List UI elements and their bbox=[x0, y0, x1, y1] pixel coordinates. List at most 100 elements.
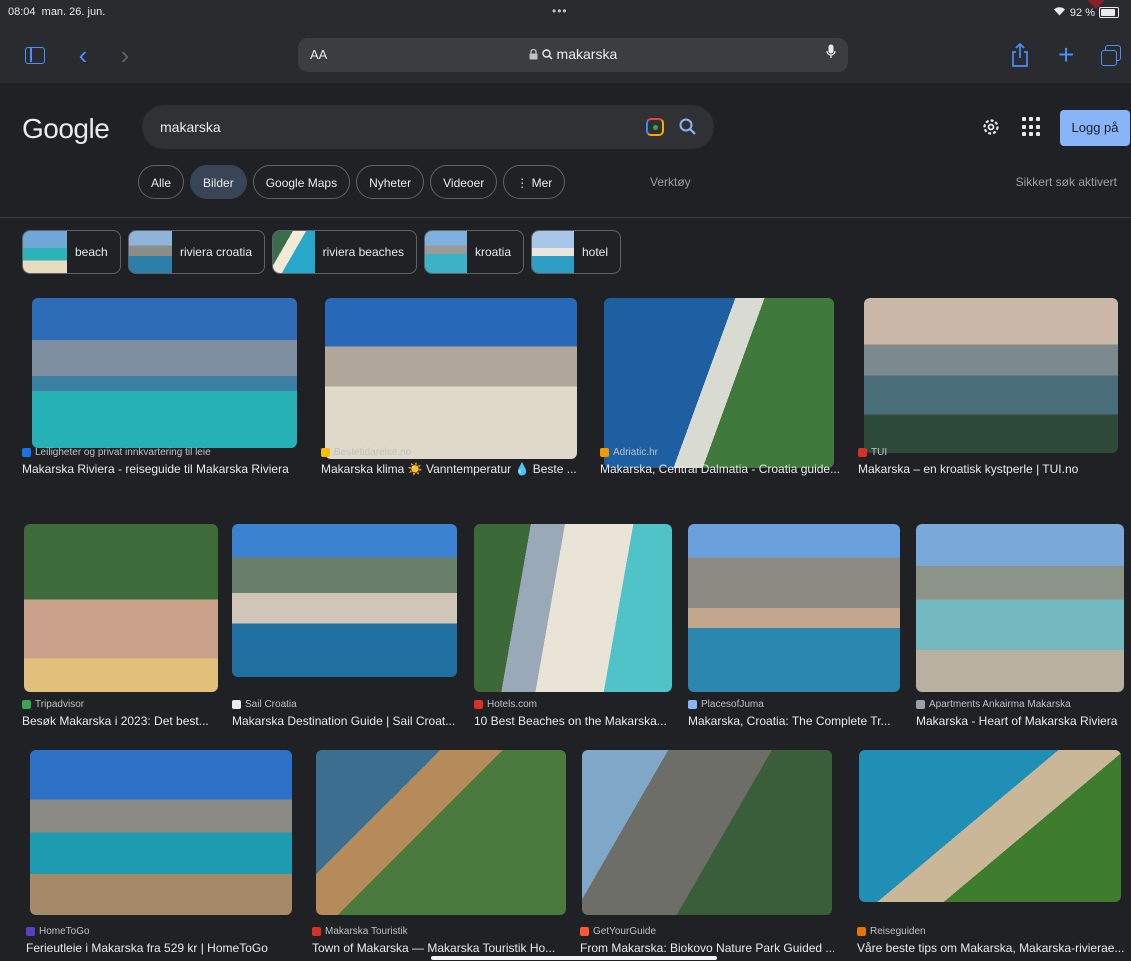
image-result[interactable]: Reiseguiden Våre beste tips om Makarska,… bbox=[857, 750, 1127, 957]
result-image[interactable] bbox=[30, 750, 292, 915]
suggestion-label: riviera beaches bbox=[322, 245, 404, 259]
search-input[interactable]: makarska bbox=[160, 119, 221, 135]
tabs-overview-icon[interactable] bbox=[1097, 42, 1123, 68]
image-result[interactable]: Adriatic.hr Makarska, Central Dalmatia -… bbox=[600, 298, 842, 480]
search-icon bbox=[541, 49, 553, 60]
image-result[interactable]: Apartments Ankairma Makarska Makarska - … bbox=[916, 524, 1125, 730]
result-title[interactable]: Makarska - Heart of Makarska Riviera bbox=[916, 714, 1125, 728]
result-image[interactable] bbox=[688, 524, 900, 692]
settings-gear-icon[interactable] bbox=[980, 116, 1002, 138]
back-icon[interactable]: ‹ bbox=[70, 42, 96, 68]
tab-news[interactable]: Nyheter bbox=[356, 165, 425, 199]
suggestion-riviera-beaches[interactable]: riviera beaches bbox=[272, 230, 417, 274]
address-bar[interactable]: AA makarska bbox=[298, 38, 848, 72]
login-button[interactable]: Logg på bbox=[1060, 110, 1130, 146]
image-result[interactable]: TUI Makarska – en kroatisk kystperle | T… bbox=[858, 298, 1123, 480]
result-source[interactable]: TUI bbox=[858, 447, 887, 458]
result-source[interactable]: Hotels.com bbox=[474, 699, 537, 710]
image-result[interactable]: Leiligheter og privat innkvartering til … bbox=[22, 298, 307, 480]
suggestion-kroatia[interactable]: kroatia bbox=[424, 230, 524, 274]
result-image[interactable] bbox=[24, 524, 218, 692]
result-source[interactable]: GetYourGuide bbox=[580, 926, 656, 937]
result-title[interactable]: Makarska klima ☀️ Vanntemperatur 💧 Beste… bbox=[321, 462, 586, 476]
result-title[interactable]: Besøk Makarska i 2023: Det best... bbox=[22, 714, 222, 728]
favicon-icon bbox=[857, 927, 866, 936]
result-image[interactable] bbox=[916, 524, 1124, 692]
image-result[interactable]: Bestetidareise.no Makarska klima ☀️ Vann… bbox=[321, 298, 586, 480]
result-image[interactable] bbox=[316, 750, 566, 915]
result-source[interactable]: Apartments Ankairma Makarska bbox=[916, 699, 1071, 710]
result-title[interactable]: Våre beste tips om Makarska, Makarska-ri… bbox=[857, 941, 1127, 955]
new-tab-icon[interactable]: + bbox=[1053, 41, 1079, 69]
wifi-icon bbox=[1053, 6, 1066, 19]
google-apps-icon[interactable] bbox=[1022, 117, 1042, 137]
result-title[interactable]: Makarska – en kroatisk kystperle | TUI.n… bbox=[858, 462, 1123, 476]
image-result[interactable]: HomeToGo Ferieutleie i Makarska fra 529 … bbox=[26, 750, 296, 957]
result-title[interactable]: Town of Makarska — Makarska Touristik Ho… bbox=[312, 941, 568, 955]
favicon-icon bbox=[600, 448, 609, 457]
result-title[interactable]: Makarska Destination Guide | Sail Croat.… bbox=[232, 714, 460, 728]
favicon-icon bbox=[312, 927, 321, 936]
suggestion-label: kroatia bbox=[474, 245, 511, 259]
result-source[interactable]: HomeToGo bbox=[26, 926, 90, 937]
result-image[interactable] bbox=[582, 750, 832, 915]
suggestion-riviera-croatia[interactable]: riviera croatia bbox=[128, 230, 265, 274]
multitasking-dots[interactable]: ••• bbox=[552, 4, 568, 18]
image-result[interactable]: PlacesofJuma Makarska, Croatia: The Comp… bbox=[688, 524, 903, 730]
search-icon[interactable] bbox=[678, 117, 698, 137]
result-title[interactable]: From Makarska: Biokovo Nature Park Guide… bbox=[580, 941, 834, 955]
result-source[interactable]: Makarska Touristik bbox=[312, 926, 408, 937]
result-image[interactable] bbox=[232, 524, 457, 677]
tab-videos[interactable]: Videoer bbox=[430, 165, 498, 199]
battery-percent: 92 % bbox=[1069, 6, 1095, 19]
share-icon[interactable] bbox=[1007, 42, 1033, 68]
sidebar-icon[interactable] bbox=[22, 42, 48, 68]
result-title[interactable]: Ferieutleie i Makarska fra 529 kr | Home… bbox=[26, 941, 296, 955]
result-image[interactable] bbox=[474, 524, 672, 692]
result-source[interactable]: Reiseguiden bbox=[857, 926, 926, 937]
home-indicator[interactable] bbox=[431, 956, 717, 960]
forward-icon[interactable]: › bbox=[112, 42, 138, 68]
search-box[interactable]: makarska bbox=[142, 105, 714, 149]
result-title[interactable]: 10 Best Beaches on the Makarska... bbox=[474, 714, 676, 728]
favicon-icon bbox=[474, 700, 483, 709]
image-result[interactable]: GetYourGuide From Makarska: Biokovo Natu… bbox=[580, 750, 834, 957]
result-source[interactable]: Bestetidareise.no bbox=[321, 447, 411, 458]
image-result[interactable]: Makarska Touristik Town of Makarska — Ma… bbox=[312, 750, 568, 957]
tools-button[interactable]: Verktøy bbox=[650, 175, 691, 189]
tab-all[interactable]: Alle bbox=[138, 165, 185, 199]
battery-status: 92 % bbox=[1053, 6, 1119, 19]
lock-icon bbox=[529, 48, 538, 60]
result-source[interactable]: Sail Croatia bbox=[232, 699, 297, 710]
image-result[interactable]: Hotels.com 10 Best Beaches on the Makars… bbox=[474, 524, 676, 730]
address-text[interactable]: makarska bbox=[298, 46, 848, 62]
result-image[interactable] bbox=[859, 750, 1121, 902]
tab-maps[interactable]: Google Maps bbox=[252, 165, 351, 199]
result-title[interactable]: Makarska, Central Dalmatia - Croatia gui… bbox=[600, 462, 842, 476]
result-image[interactable] bbox=[32, 298, 297, 448]
result-source[interactable]: Tripadvisor bbox=[22, 699, 84, 710]
google-logo[interactable]: Google bbox=[22, 113, 110, 145]
status-bar: 08:04 man. 26. jun. ••• 92 % bbox=[0, 0, 1131, 28]
image-result[interactable]: Sail Croatia Makarska Destination Guide … bbox=[232, 524, 460, 730]
browser-toolbar: ‹ › AA makarska + bbox=[0, 28, 1131, 83]
result-title[interactable]: Makarska Riviera - reiseguide til Makars… bbox=[22, 462, 307, 476]
safe-search-status[interactable]: Sikkert søk aktivert bbox=[1016, 175, 1117, 189]
tab-more[interactable]: ⋮ Mer bbox=[503, 165, 566, 199]
result-source[interactable]: PlacesofJuma bbox=[688, 699, 764, 710]
result-image[interactable] bbox=[604, 298, 834, 468]
tab-images[interactable]: Bilder bbox=[190, 165, 247, 199]
suggestion-beach[interactable]: beach bbox=[22, 230, 121, 274]
result-title[interactable]: Makarska, Croatia: The Complete Tr... bbox=[688, 714, 903, 728]
result-image[interactable] bbox=[325, 298, 577, 459]
favicon-icon bbox=[232, 700, 241, 709]
result-source[interactable]: Adriatic.hr bbox=[600, 447, 658, 458]
favicon-icon bbox=[688, 700, 697, 709]
result-image[interactable] bbox=[864, 298, 1118, 453]
google-lens-icon[interactable] bbox=[646, 118, 664, 136]
result-source[interactable]: Leiligheter og privat innkvartering til … bbox=[22, 447, 211, 458]
suggestion-hotel[interactable]: hotel bbox=[531, 230, 621, 274]
suggestion-label: hotel bbox=[581, 245, 608, 259]
microphone-icon[interactable] bbox=[826, 44, 836, 60]
image-result[interactable]: Tripadvisor Besøk Makarska i 2023: Det b… bbox=[22, 524, 222, 730]
